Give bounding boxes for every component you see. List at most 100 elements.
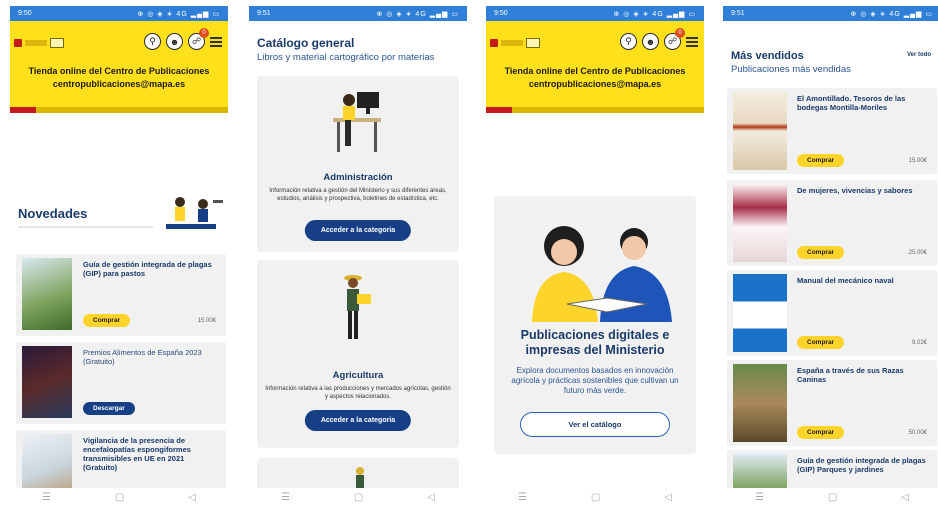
- status-time: 9:51: [731, 10, 745, 17]
- recent-apps-button[interactable]: ☰: [755, 492, 764, 503]
- category-description: Información relativa a las producciones …: [265, 386, 451, 400]
- header-title-block: Tienda online del Centro de Publicacione…: [10, 65, 228, 91]
- header-title: Tienda online del Centro de Publicacione…: [28, 66, 210, 76]
- home-button[interactable]: ▢: [354, 492, 363, 503]
- category-name: Agricultura: [332, 370, 384, 381]
- product-title[interactable]: Premios Alimentos de España 2023 (Gratui…: [83, 348, 218, 366]
- header-email[interactable]: centropublicaciones@mapa.es: [10, 78, 228, 91]
- see-all-link[interactable]: Ver todo: [907, 52, 931, 58]
- product-card[interactable]: Manual del mecánico naval Comprar 9.02€: [727, 270, 937, 356]
- buy-button[interactable]: Comprar: [797, 426, 845, 439]
- android-nav-bar: ☰ ▢ ◁: [249, 488, 467, 506]
- back-button[interactable]: ◁: [901, 492, 909, 503]
- status-time: 9:50: [18, 10, 32, 17]
- phone-home-novedades: 9:50 ⊕ ◎ ◈ ∗ 4G ▂▄▆ ▭ ⚲ ☻ ☍ 0 Tienda onli…: [10, 6, 228, 506]
- menu-icon[interactable]: [210, 36, 222, 47]
- back-button[interactable]: ◁: [427, 492, 435, 503]
- book-cover-image: [733, 454, 787, 490]
- office-worker-illustration: [333, 92, 381, 152]
- bestsellers-title: Más vendidos: [731, 50, 804, 62]
- cart-badge: 0: [199, 28, 209, 38]
- status-bar: 9:51 ⊕ ◎ ◈ ∗ 4G ▂▄▆ ▭: [249, 6, 467, 21]
- section-title: Novedades: [18, 206, 88, 221]
- product-card[interactable]: Guía de gestión integrada de plagas (GIP…: [16, 254, 226, 336]
- ministry-logo[interactable]: [490, 37, 540, 49]
- category-name: Administración: [323, 172, 393, 183]
- cart-icon[interactable]: ☍ 0: [664, 28, 685, 50]
- user-icon[interactable]: ☻: [642, 33, 659, 50]
- product-card[interactable]: Guía de gestión integrada de plagas (GIP…: [727, 450, 937, 490]
- book-cover-image: [22, 258, 72, 330]
- farmer-illustration: [344, 275, 371, 339]
- product-price: 9.02€: [911, 340, 927, 346]
- search-icon[interactable]: ⚲: [144, 33, 161, 50]
- category-description: Información relativa a gestión del Minis…: [269, 188, 447, 202]
- product-card[interactable]: España a través de sus Razas Caninas Com…: [727, 360, 937, 446]
- header-title-block: Tienda online del Centro de Publicacione…: [486, 65, 704, 91]
- android-nav-bar: ☰ ▢ ◁: [10, 488, 228, 506]
- user-icon[interactable]: ☻: [166, 33, 183, 50]
- android-nav-bar: ☰ ▢ ◁: [486, 488, 704, 506]
- product-title[interactable]: Guía de gestión integrada de plagas (GIP…: [797, 456, 929, 474]
- product-card[interactable]: Premios Alimentos de España 2023 (Gratui…: [16, 342, 226, 424]
- product-title[interactable]: Manual del mecánico naval: [797, 276, 929, 285]
- catalog-subtitle: Libros y material cartográfico por mater…: [257, 52, 435, 63]
- menu-icon[interactable]: [686, 36, 698, 47]
- product-price: 50.00€: [908, 430, 927, 436]
- product-card[interactable]: De mujeres, vivencias y sabores Comprar …: [727, 180, 937, 266]
- book-cover-image: [22, 346, 72, 418]
- buy-button[interactable]: Comprar: [797, 154, 845, 167]
- status-bar: 9:50 ⊕ ◎ ◈ ∗ 4G ▂▄▆ ▭: [486, 6, 704, 21]
- recent-apps-button[interactable]: ☰: [42, 492, 51, 503]
- status-icons: ⊕ ◎ ◈ ∗ 4G ▂▄▆ ▭: [850, 10, 933, 18]
- phone-bestsellers: 9:51 ⊕ ◎ ◈ ∗ 4G ▂▄▆ ▭ Más vendidos Publi…: [723, 6, 938, 506]
- header-email[interactable]: centropublicaciones@mapa.es: [486, 78, 704, 91]
- recent-apps-button[interactable]: ☰: [281, 492, 290, 503]
- header-title: Tienda online del Centro de Publicacione…: [504, 66, 686, 76]
- phone-catalog: 9:51 ⊕ ◎ ◈ ∗ 4G ▂▄▆ ▭ Catálogo general L…: [249, 6, 467, 506]
- status-time: 9:51: [257, 10, 271, 17]
- view-catalog-button[interactable]: Ver el catálogo: [520, 412, 670, 437]
- buy-button[interactable]: Comprar: [797, 336, 845, 349]
- product-card[interactable]: Vigilancia de la presencia de encefalopa…: [16, 430, 226, 506]
- book-cover-image: [733, 274, 787, 352]
- screenshot-collage: 9:50 ⊕ ◎ ◈ ∗ 4G ▂▄▆ ▭ ⚲ ☻ ☍ 0 Tienda onli…: [0, 0, 938, 513]
- status-bar: 9:51 ⊕ ◎ ◈ ∗ 4G ▂▄▆ ▭: [723, 6, 938, 21]
- home-button[interactable]: ▢: [115, 492, 124, 503]
- buy-button[interactable]: Comprar: [797, 246, 845, 259]
- back-button[interactable]: ◁: [188, 492, 196, 503]
- bestsellers-subtitle: Publicaciones más vendidas: [731, 64, 851, 75]
- category-access-button[interactable]: Acceder a la categoria: [304, 220, 412, 241]
- hero-panel: Publicaciones digitales e impresas del M…: [494, 196, 696, 454]
- two-people-reading-illustration: [532, 226, 672, 322]
- ministry-logo[interactable]: [14, 37, 64, 49]
- back-button[interactable]: ◁: [664, 492, 672, 503]
- status-bar: 9:50 ⊕ ◎ ◈ ∗ 4G ▂▄▆ ▭: [10, 6, 228, 21]
- product-title[interactable]: El Amontillado. Tesoros de las bodegas M…: [797, 94, 929, 112]
- home-button[interactable]: ▢: [828, 492, 837, 503]
- phone-home-hero: 9:50 ⊕ ◎ ◈ ∗ 4G ▂▄▆ ▭ ⚲ ☻ ☍ 0 Tienda onli…: [486, 6, 704, 506]
- category-card-agricultura: Agricultura Información relativa a las p…: [257, 260, 459, 448]
- product-title[interactable]: De mujeres, vivencias y sabores: [797, 186, 929, 195]
- android-nav-bar: ☰ ▢ ◁: [723, 488, 938, 506]
- site-header: ⚲ ☻ ☍ 0 Tienda online del Centro de Publi…: [486, 21, 704, 113]
- cart-icon[interactable]: ☍ 0: [188, 28, 209, 50]
- product-title[interactable]: España a través de sus Razas Caninas: [797, 366, 929, 384]
- book-cover-image: [733, 364, 787, 442]
- hero-text: Explora documentos basados en innovación…: [511, 366, 679, 395]
- product-card[interactable]: El Amontillado. Tesoros de las bodegas M…: [727, 88, 937, 174]
- recent-apps-button[interactable]: ☰: [518, 492, 527, 503]
- status-icons: ⊕ ◎ ◈ ∗ 4G ▂▄▆ ▭: [613, 10, 696, 18]
- search-icon[interactable]: ⚲: [620, 33, 637, 50]
- product-title[interactable]: Guía de gestión integrada de plagas (GIP…: [83, 260, 218, 278]
- home-button[interactable]: ▢: [591, 492, 600, 503]
- download-button[interactable]: Descargar: [83, 402, 135, 415]
- product-price: 25.00€: [908, 250, 927, 256]
- product-title[interactable]: Vigilancia de la presencia de encefalopa…: [83, 436, 218, 472]
- buy-button[interactable]: Comprar: [83, 314, 131, 327]
- product-price: 15.00€: [908, 158, 927, 164]
- cart-badge: 0: [675, 28, 685, 38]
- status-time: 9:50: [494, 10, 508, 17]
- product-price: 15.00€: [197, 318, 216, 324]
- category-access-button[interactable]: Acceder a la categoria: [304, 410, 412, 431]
